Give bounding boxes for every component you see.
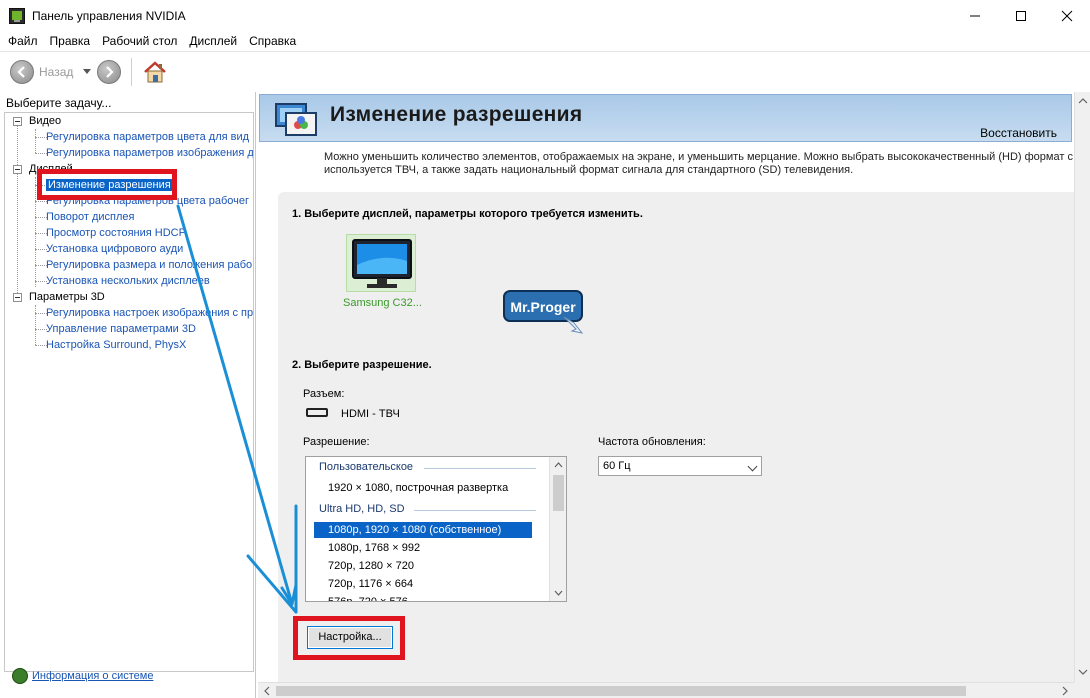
tree-item-desktop-size[interactable]: Регулировка размера и положения рабо xyxy=(46,258,252,273)
list-scrollbar[interactable] xyxy=(549,457,566,601)
home-icon[interactable] xyxy=(142,59,168,85)
sidebar-caption: Выберите задачу... xyxy=(6,96,112,110)
step1-title: 1. Выберите дисплей, параметры которого … xyxy=(292,208,643,220)
settings-panel: 1. Выберите дисплей, параметры которого … xyxy=(278,192,1074,698)
tree-item-hdcp-status[interactable]: Просмотр состояния HDCP xyxy=(46,226,186,241)
watermark-text: Mr.Proger xyxy=(510,299,576,315)
highlight-box xyxy=(37,169,177,200)
list-group-header: Пользовательское xyxy=(319,461,414,473)
tree-item-surround-physx[interactable]: Настройка Surround, PhysX xyxy=(46,338,186,353)
content-horizontal-scrollbar[interactable] xyxy=(258,682,1074,698)
tree-line xyxy=(35,129,36,153)
menu-file[interactable]: Файл xyxy=(2,31,44,51)
page-header: Изменение разрешения Восстановить xyxy=(259,94,1072,142)
menu-edit[interactable]: Правка xyxy=(44,31,97,51)
collapse-video-icon[interactable] xyxy=(13,117,22,126)
connector-label: Разъем: xyxy=(303,388,345,400)
system-info-link[interactable]: Информация о системе xyxy=(12,668,153,684)
list-item[interactable]: 1920 × 1080, построчная развертка xyxy=(314,480,532,496)
settings-button[interactable]: Настройка... xyxy=(307,626,393,649)
menu-display[interactable]: Дисплей xyxy=(183,31,243,51)
group-divider xyxy=(414,510,536,511)
page-title: Изменение разрешения xyxy=(330,103,583,126)
task-sidebar: Выберите задачу... Видео Регулировка пар… xyxy=(0,92,256,698)
tree-item-multiple-displays[interactable]: Установка нескольких дисплеев xyxy=(46,274,210,289)
toolbar-separator xyxy=(131,57,133,86)
description-line: Можно уменьшить количество элементов, от… xyxy=(324,151,1073,163)
forward-arrow-icon[interactable] xyxy=(97,59,122,84)
list-item[interactable]: 720p, 1280 × 720 xyxy=(314,558,532,574)
content-vertical-scrollbar[interactable] xyxy=(1074,92,1090,682)
minimize-icon xyxy=(970,15,980,16)
tree-item-manage-3d[interactable]: Управление параметрами 3D xyxy=(46,322,196,337)
display-tile[interactable] xyxy=(346,234,416,292)
refresh-rate-select[interactable]: 60 Гц xyxy=(598,456,762,476)
page-description: Можно уменьшить количество элементов, от… xyxy=(324,151,1074,177)
display-resolution-icon xyxy=(274,101,320,141)
list-item[interactable]: 720p, 1176 × 664 xyxy=(314,576,532,592)
tree-line xyxy=(35,177,36,287)
back-arrow-icon[interactable] xyxy=(10,59,34,84)
connector-value: HDMI - ТВЧ xyxy=(341,408,400,420)
window-title: Панель управления NVIDIA xyxy=(32,8,186,23)
content-area: Изменение разрешения Восстановить Можно … xyxy=(258,92,1090,698)
collapse-display-icon[interactable] xyxy=(13,165,22,174)
restore-link[interactable]: Восстановить xyxy=(980,126,1057,140)
refresh-rate-value: 60 Гц xyxy=(603,460,631,472)
close-button[interactable] xyxy=(1044,0,1090,31)
menu-bar: Файл Правка Рабочий стол Дисплей Справка xyxy=(0,31,1090,51)
nvidia-app-icon xyxy=(9,7,25,24)
refresh-rate-label: Частота обновления: xyxy=(598,436,706,448)
maximize-button[interactable] xyxy=(998,0,1044,31)
list-item[interactable]: 1080p, 1768 × 992 xyxy=(314,540,532,556)
resolution-label: Разрешение: xyxy=(303,436,370,448)
list-item-selected[interactable]: 1080p, 1920 × 1080 (собственное) xyxy=(314,522,532,538)
maximize-icon xyxy=(1016,10,1026,21)
group-divider xyxy=(424,468,536,469)
hdmi-connector-icon xyxy=(306,408,328,417)
display-name[interactable]: Samsung C32... xyxy=(343,297,422,309)
tree-item-rotate-display[interactable]: Поворот дисплея xyxy=(46,210,134,225)
tree-line xyxy=(17,121,18,297)
info-icon xyxy=(12,668,28,684)
tree-category-video[interactable]: Видео xyxy=(29,114,61,129)
tree-item-video-image[interactable]: Регулировка параметров изображения д xyxy=(46,146,253,161)
tree-item-digital-audio[interactable]: Установка цифрового ауди xyxy=(46,242,183,257)
list-group-header: Ultra HD, HD, SD xyxy=(319,503,405,515)
chevron-down-icon xyxy=(747,461,758,472)
description-line: используется ТВЧ, а также задать национа… xyxy=(324,164,854,176)
list-scroll-thumb[interactable] xyxy=(553,475,564,511)
scroll-corner xyxy=(1074,682,1090,698)
minimize-button[interactable] xyxy=(952,0,998,31)
step2-title: 2. Выберите разрешение. xyxy=(292,359,432,371)
title-bar: Панель управления NVIDIA xyxy=(0,0,1090,31)
menu-help[interactable]: Справка xyxy=(243,31,302,51)
close-icon xyxy=(1061,10,1073,21)
watermark-logo: Mr.Proger xyxy=(502,287,592,335)
menu-desktop[interactable]: Рабочий стол xyxy=(96,31,183,51)
tree-line xyxy=(35,305,36,345)
tree-category-3d[interactable]: Параметры 3D xyxy=(29,290,105,305)
toolbar: Назад xyxy=(0,51,1090,91)
system-info-label[interactable]: Информация о системе xyxy=(32,670,153,682)
resolution-list[interactable]: Пользовательское 1920 × 1080, построчная… xyxy=(305,456,567,602)
collapse-3d-icon[interactable] xyxy=(13,293,22,302)
back-history-dropdown-icon[interactable] xyxy=(83,69,92,74)
back-button-label[interactable]: Назад xyxy=(39,65,73,79)
tree-item-image-settings[interactable]: Регулировка настроек изображения с пр xyxy=(46,306,253,321)
list-item[interactable]: 576p, 720 × 576 xyxy=(314,594,532,601)
monitor-icon xyxy=(352,239,412,288)
tree-item-video-color[interactable]: Регулировка параметров цвета для вид xyxy=(46,130,249,145)
